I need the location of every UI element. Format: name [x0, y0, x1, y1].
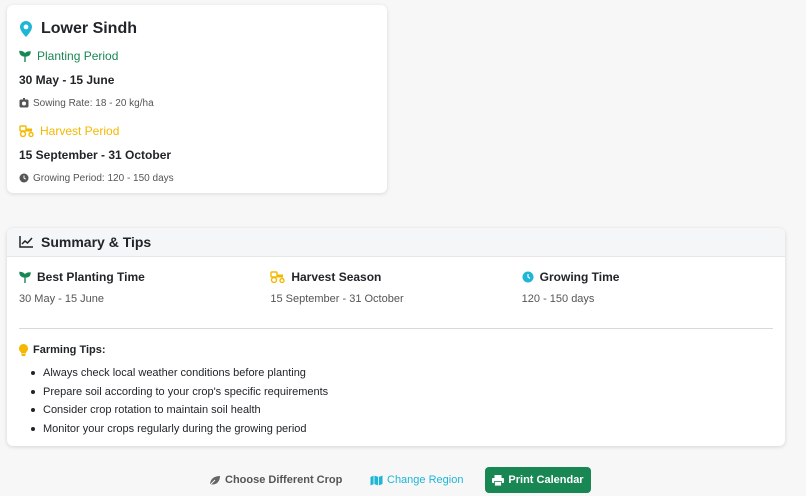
region-header: Lower Sindh [19, 17, 375, 41]
growing-time-label: Growing Time [539, 270, 620, 284]
print-calendar-label: Print Calendar [508, 474, 584, 486]
tips-list: Always check local weather conditions be… [19, 364, 773, 438]
farming-tips-heading: Farming Tips: [19, 343, 773, 357]
choose-crop-label: Choose Different Crop [225, 474, 343, 486]
best-planting-label: Best Planting Time [37, 270, 145, 284]
growing-period: Growing Period: 120 - 150 days [33, 172, 174, 184]
harvest-season-heading: Harvest Season [270, 269, 521, 285]
print-calendar-button[interactable]: Print Calendar [485, 467, 591, 493]
seedling-icon [19, 271, 31, 283]
growing-time-column: Growing Time 120 - 150 days [522, 269, 773, 328]
planting-dates: 30 May - 15 June [19, 73, 115, 87]
region-name: Lower Sindh [41, 20, 137, 37]
leaf-icon [209, 475, 221, 486]
farming-tips: Farming Tips: Always check local weather… [7, 329, 785, 438]
tractor-icon [270, 271, 286, 283]
sowing-rate: Sowing Rate: 18 - 20 kg/ha [33, 97, 154, 109]
printer-icon [492, 474, 505, 486]
tip-text: Prepare soil according to your crop's sp… [43, 385, 329, 398]
growing-time-heading: Growing Time [522, 269, 773, 285]
summary-card: Summary & Tips Best Planting Time 30 May… [7, 228, 785, 446]
harvest-dates: 15 September - 31 October [19, 148, 172, 162]
harvest-season-column: Harvest Season 15 September - 31 October [270, 269, 521, 328]
summary-title: Summary & Tips [41, 234, 152, 250]
bullet-icon [31, 426, 35, 431]
harvest-period-heading: Harvest Period [19, 122, 375, 140]
harvest-season-label: Harvest Season [291, 270, 382, 284]
sowing-rate-line: Sowing Rate: 18 - 20 kg/ha [19, 96, 375, 110]
clock-icon [522, 271, 534, 283]
change-region-button[interactable]: Change Region [370, 467, 463, 493]
tractor-icon [19, 125, 34, 137]
lightbulb-icon [19, 344, 28, 356]
best-planting-value: 30 May - 15 June [19, 293, 104, 305]
harvest-period-label: Harvest Period [40, 124, 120, 138]
list-item: Prepare soil according to your crop's sp… [31, 383, 773, 402]
change-region-label: Change Region [387, 474, 464, 486]
harvest-season-value: 15 September - 31 October [270, 293, 404, 305]
bullet-icon [31, 389, 35, 394]
best-planting-heading: Best Planting Time [19, 269, 270, 285]
best-planting-column: Best Planting Time 30 May - 15 June [19, 269, 270, 328]
region-card: Lower Sindh Planting Period 30 May - 15 … [7, 5, 387, 193]
list-item: Monitor your crops regularly during the … [31, 420, 773, 439]
bullet-icon [31, 408, 35, 413]
line-chart-icon [19, 236, 33, 248]
clock-icon [19, 173, 29, 183]
bullet-icon [31, 371, 35, 376]
planting-period-label: Planting Period [37, 49, 119, 63]
growing-time-value: 120 - 150 days [521, 293, 595, 305]
list-item: Always check local weather conditions be… [31, 364, 773, 383]
action-bar: Choose Different Crop Change Region Prin… [0, 467, 806, 493]
growing-period-line: Growing Period: 120 - 150 days [19, 171, 375, 185]
map-pin-icon [19, 21, 33, 37]
summary-columns: Best Planting Time 30 May - 15 June Harv… [7, 257, 785, 328]
map-icon [370, 475, 383, 486]
seedling-icon [19, 50, 31, 62]
tip-text: Monitor your crops regularly during the … [43, 422, 307, 435]
list-item: Consider crop rotation to maintain soil … [31, 401, 773, 420]
choose-crop-button[interactable]: Choose Different Crop [209, 467, 342, 493]
tip-text: Always check local weather conditions be… [43, 367, 306, 380]
tip-text: Consider crop rotation to maintain soil … [43, 404, 261, 417]
weight-icon [19, 98, 29, 108]
farming-tips-title: Farming Tips: [33, 344, 106, 356]
planting-period-heading: Planting Period [19, 47, 375, 65]
summary-header: Summary & Tips [7, 228, 785, 257]
